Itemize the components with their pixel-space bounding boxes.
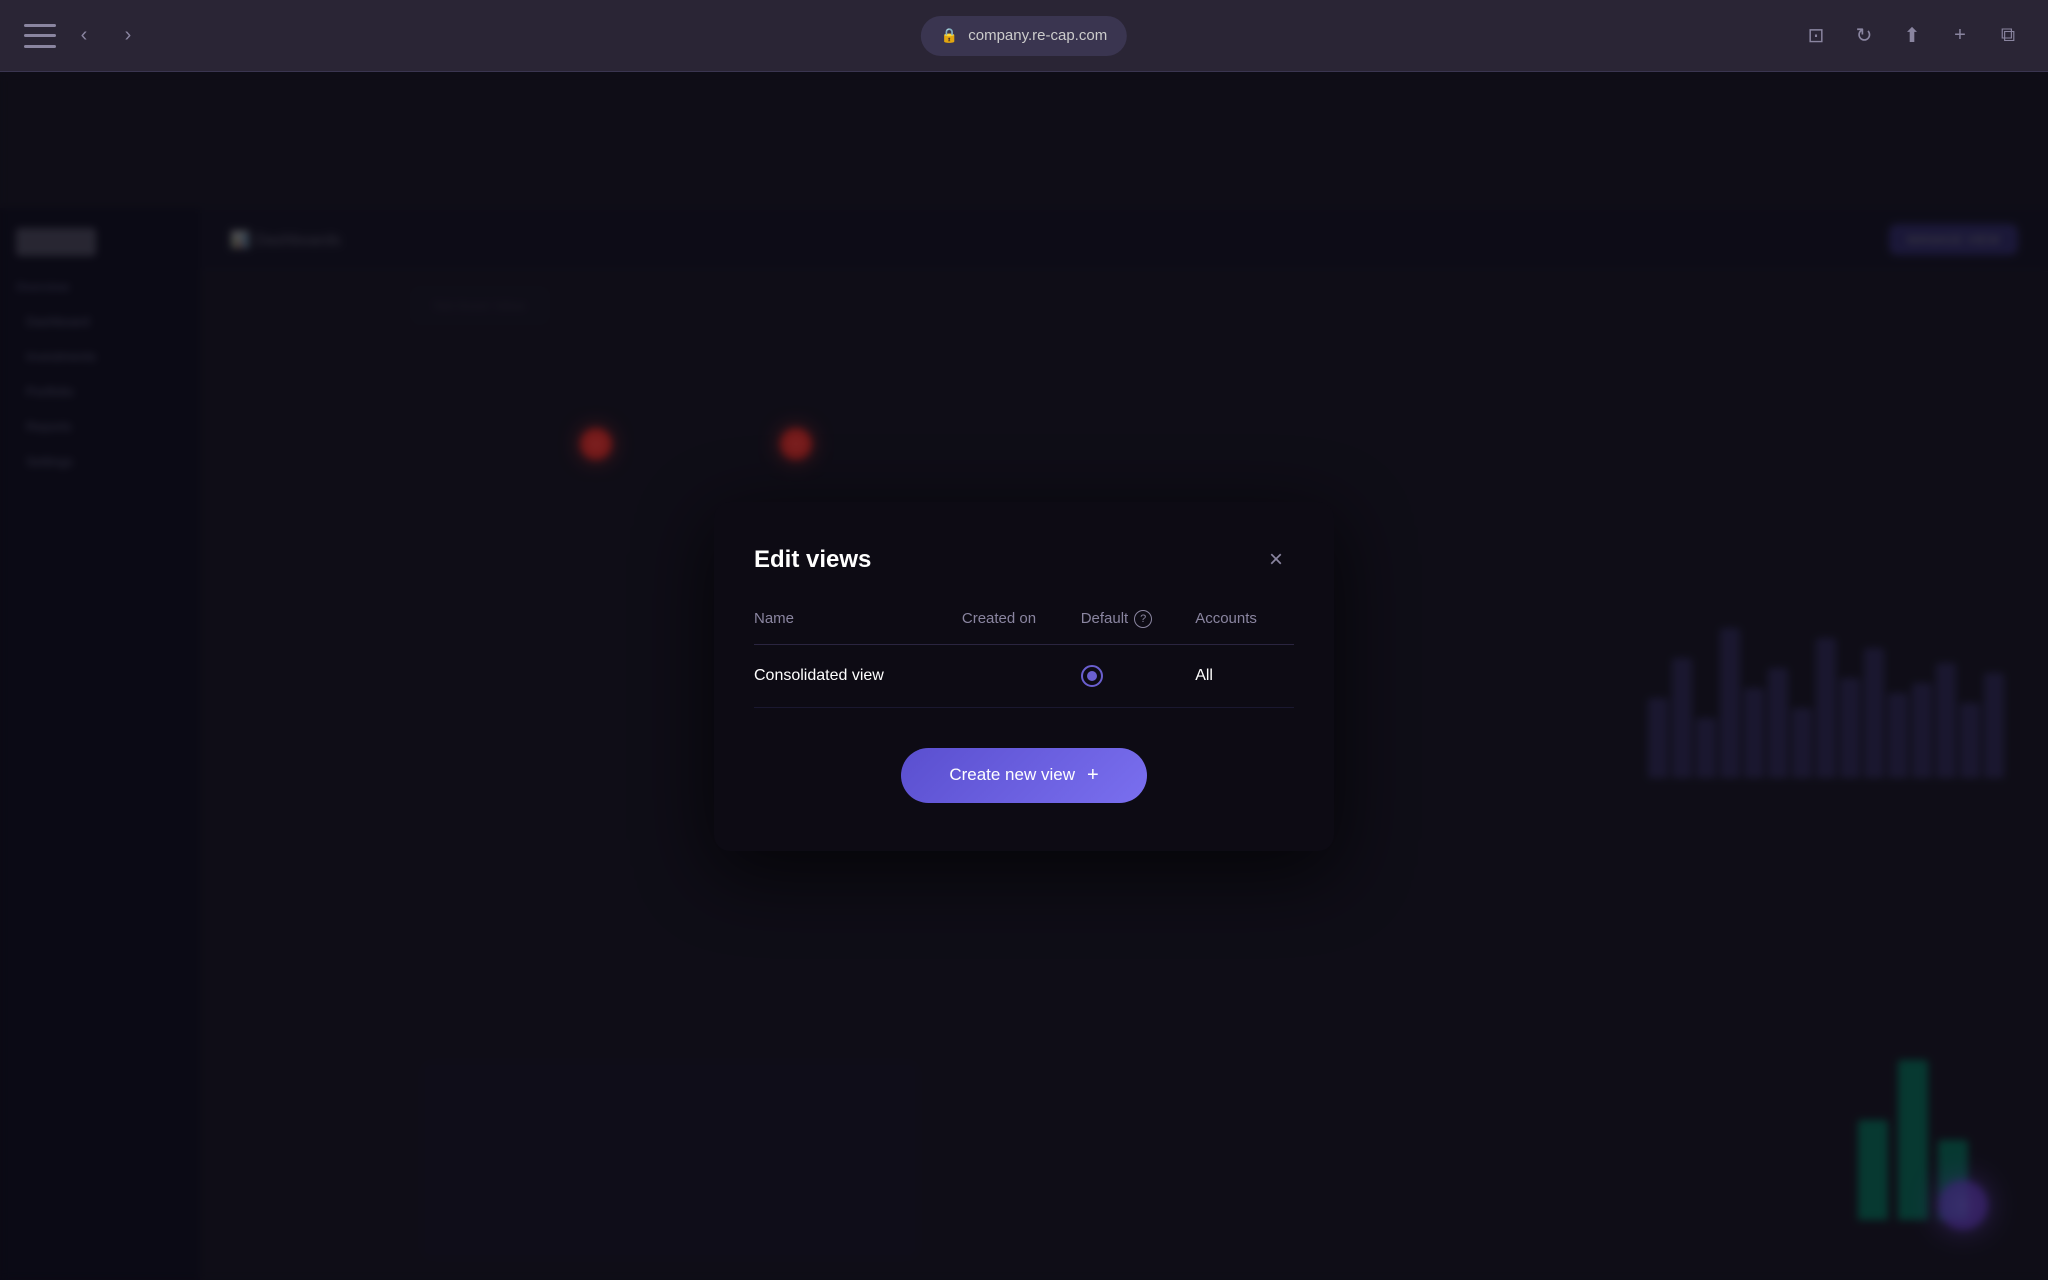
table-row: Consolidated view All (754, 644, 1294, 707)
browser-chrome: ‹ › 🔒 company.re-cap.com ⊡ ↻ ⬆ + ⧉ (0, 0, 2048, 72)
col-header-created-on: Created on (962, 610, 1081, 645)
created-on-cell (962, 644, 1081, 707)
accounts-cell: All (1195, 644, 1294, 707)
view-name-cell: Consolidated view (754, 644, 962, 707)
views-table: Name Created on Default ? Accounts (754, 610, 1294, 708)
modal-header: Edit views × (754, 542, 1294, 578)
create-new-view-button[interactable]: Create new view + (901, 748, 1146, 803)
browser-controls: ‹ › (24, 20, 144, 52)
url-text: company.re-cap.com (968, 27, 1107, 44)
col-header-name: Name (754, 610, 962, 645)
tabs-button[interactable]: ⧉ (1992, 20, 2024, 52)
plus-icon: + (1087, 764, 1099, 787)
lock-icon: 🔒 (941, 27, 958, 44)
radio-inner-dot (1087, 671, 1097, 681)
default-radio[interactable] (1081, 665, 1103, 687)
new-tab-button[interactable]: + (1944, 20, 1976, 52)
refresh-button[interactable]: ↻ (1848, 20, 1880, 52)
modal-title: Edit views (754, 546, 871, 574)
default-info-icon: ? (1134, 610, 1152, 628)
default-radio-cell[interactable] (1081, 644, 1196, 707)
screen-options-button[interactable]: ⊡ (1800, 20, 1832, 52)
browser-actions: ⊡ ↻ ⬆ + ⧉ (1800, 20, 2024, 52)
col-header-default: Default ? (1081, 610, 1196, 645)
edit-views-modal: Edit views × Name Created on Default ? (714, 502, 1334, 851)
table-header-row: Name Created on Default ? Accounts (754, 610, 1294, 645)
address-bar[interactable]: 🔒 company.re-cap.com (921, 16, 1127, 56)
forward-button[interactable]: › (112, 20, 144, 52)
close-button[interactable]: × (1258, 542, 1294, 578)
share-button[interactable]: ⬆ (1896, 20, 1928, 52)
modal-overlay[interactable]: Edit views × Name Created on Default ? (0, 72, 2048, 1280)
sidebar-toggle-icon[interactable] (24, 24, 56, 48)
create-button-wrapper: Create new view + (754, 748, 1294, 803)
col-header-accounts: Accounts (1195, 610, 1294, 645)
back-button[interactable]: ‹ (68, 20, 100, 52)
